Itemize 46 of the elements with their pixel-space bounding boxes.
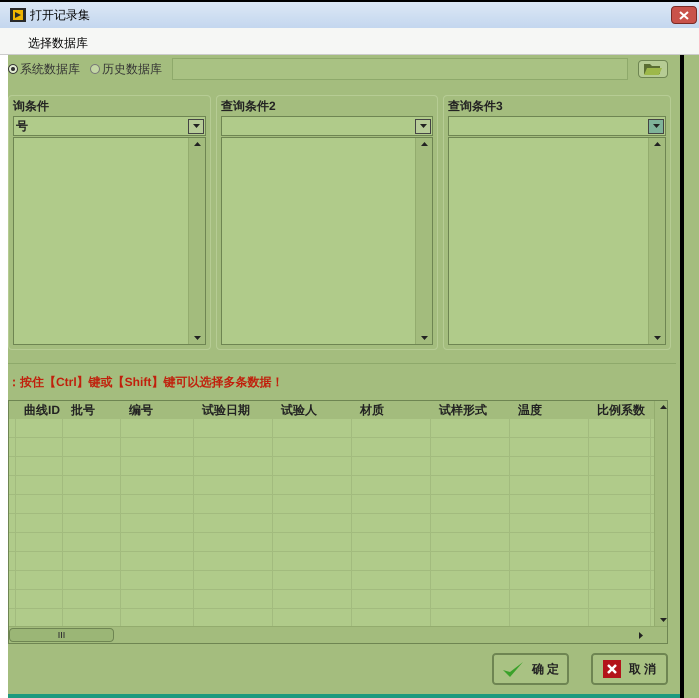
open-folder-button[interactable] [638, 60, 668, 78]
path-field[interactable] [172, 58, 628, 80]
down-arrow-icon[interactable] [654, 336, 660, 340]
folder-icon [644, 63, 662, 75]
up-arrow-icon[interactable] [654, 142, 660, 146]
up-arrow-icon[interactable] [420, 142, 428, 146]
check-icon [502, 660, 524, 678]
down-arrow-icon[interactable] [420, 336, 428, 340]
up-arrow-icon[interactable] [660, 405, 666, 409]
radio-label: 系统数据库 [20, 61, 80, 78]
app-icon [10, 8, 26, 22]
horizontal-scrollbar[interactable] [9, 626, 667, 643]
group-title: 查询条件2 [221, 98, 277, 115]
column-header[interactable]: 曲线ID [24, 401, 60, 419]
ok-button[interactable]: 确 定 [492, 653, 569, 685]
column-header[interactable]: 试验人 [281, 401, 317, 419]
scrollbar[interactable] [648, 138, 665, 344]
radio-button[interactable] [90, 64, 100, 74]
window-title: 打开记录集 [30, 7, 90, 24]
column-header[interactable]: 温度 [518, 401, 542, 419]
radio-button[interactable] [8, 64, 18, 74]
close-icon [679, 10, 689, 20]
scrollbar[interactable] [188, 138, 205, 344]
condition-dropdown[interactable]: 号 [13, 116, 206, 136]
scrollbar[interactable] [415, 138, 432, 344]
column-header[interactable]: 批号 [71, 401, 95, 419]
column-header[interactable]: 试样形式 [439, 401, 487, 419]
hint-text: ：按住【Ctrl】键或【Shift】键可以选择多条数据！ [8, 374, 284, 391]
dropdown-value: 号 [15, 118, 28, 135]
radio-label: 历史数据库 [102, 61, 162, 78]
group-title: 询条件 [13, 98, 50, 115]
cancel-button[interactable]: 取 消 [591, 653, 668, 685]
down-arrow-icon[interactable] [660, 618, 666, 622]
close-button[interactable] [671, 6, 697, 24]
up-arrow-icon[interactable] [194, 142, 200, 146]
database-label: 选择数据库 [28, 35, 88, 52]
right-arrow-icon[interactable] [639, 632, 643, 638]
down-arrow-icon[interactable] [194, 336, 200, 340]
close-icon [602, 660, 621, 678]
scrollbar[interactable] [654, 401, 667, 626]
column-header[interactable]: 试验日期 [202, 401, 250, 419]
scroll-thumb[interactable] [9, 628, 114, 642]
column-header[interactable]: 编号 [129, 401, 153, 419]
group-title: 查询条件3 [448, 98, 504, 115]
column-header[interactable]: 材质 [360, 401, 384, 419]
column-header[interactable]: 比例系数 [597, 401, 645, 419]
